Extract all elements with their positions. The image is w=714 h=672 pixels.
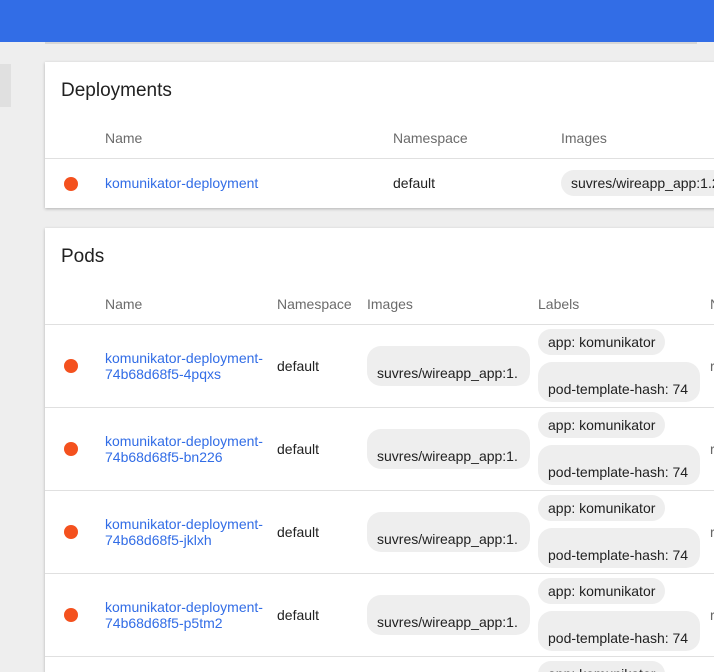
pod-name-link[interactable]: komunikator-deployment- 74b68d68f5-bn226 [105, 433, 263, 465]
pod-name-line2: 74b68d68f5-p5tm2 [105, 615, 223, 631]
pod-name-line2: 74b68d68f5-jklxh [105, 532, 212, 548]
pods-card: Pods Name Namespace Images Labels N komu… [45, 228, 714, 672]
pod-namespace: default [277, 358, 320, 374]
status-error-icon [64, 525, 78, 539]
status-error-icon [64, 608, 78, 622]
label-line1: pod-template-hash: 74 [548, 547, 689, 563]
node-cell: r [710, 441, 714, 457]
label-chip: pod-template-hash: 74 b68d68f5 [538, 611, 700, 651]
col-header-namespace[interactable]: Namespace [393, 130, 468, 146]
col-header-images: Images [367, 296, 413, 312]
image-line1: suvres/wireapp_app:1. [377, 365, 518, 381]
label-chip: app: komunikator [538, 578, 666, 604]
label-chip: pod-template-hash: 74 b68d68f5 [538, 362, 700, 402]
status-error-icon [64, 442, 78, 456]
label-chip: pod-template-hash: 74 b68d68f5 [538, 528, 700, 568]
image-chip: suvres/wireapp_app:1.2222 [561, 170, 714, 196]
label-chip: app: komunikator [538, 661, 666, 672]
col-header-images: Images [561, 130, 607, 146]
pod-name-line1: komunikator-deployment- [105, 599, 263, 615]
col-header-node[interactable]: N [710, 296, 714, 312]
pod-name-line2: 74b68d68f5-4pqxs [105, 366, 221, 382]
pod-namespace: default [277, 607, 320, 623]
row-divider [45, 407, 714, 408]
row-divider [45, 490, 714, 491]
pod-name-line1: komunikator-deployment- [105, 433, 263, 449]
top-app-bar [0, 0, 714, 42]
row-divider [45, 656, 714, 657]
pod-name-line2: 74b68d68f5-bn226 [105, 449, 223, 465]
pod-namespace: default [277, 524, 320, 540]
col-header-name[interactable]: Name [105, 130, 142, 146]
image-chip: suvres/wireapp_app:1. 2222 [367, 512, 530, 552]
deployment-name-link[interactable]: komunikator-deployment [105, 175, 258, 191]
row-divider [45, 573, 714, 574]
deployments-card: Deployments Name Namespace Images komuni… [45, 62, 714, 208]
pods-title: Pods [61, 246, 105, 267]
image-chip: suvres/wireapp_app:1. 2222 [367, 346, 530, 386]
label-line1: pod-template-hash: 74 [548, 464, 689, 480]
pod-name-link[interactable]: komunikator-deployment- 74b68d68f5-jklxh [105, 516, 263, 548]
pod-name-link[interactable]: komunikator-deployment- 74b68d68f5-p5tm2 [105, 599, 263, 631]
image-chip: suvres/wireapp_app:1. 2222 [367, 595, 530, 635]
pod-name-line1: komunikator-deployment- [105, 516, 263, 532]
pod-name-line1: komunikator-deployment- [105, 350, 263, 366]
col-header-namespace[interactable]: Namespace [277, 296, 352, 312]
col-header-labels: Labels [538, 296, 580, 312]
node-cell: r [710, 524, 714, 540]
side-nav-tab[interactable] [0, 64, 11, 107]
status-error-icon [64, 359, 78, 373]
image-line1: suvres/wireapp_app:1. [377, 614, 518, 630]
node-cell: r [710, 607, 714, 623]
node-cell: r [710, 358, 714, 374]
toolbar-divider [45, 42, 697, 44]
status-error-icon [64, 177, 78, 191]
col-header-name[interactable]: Name [105, 296, 142, 312]
label-chip: pod-template-hash: 74 b68d68f5 [538, 445, 700, 485]
header-divider [45, 324, 714, 325]
label-line1: pod-template-hash: 74 [548, 630, 689, 646]
label-chip: app: komunikator [538, 495, 666, 521]
deployment-namespace: default [393, 175, 436, 191]
image-line1: suvres/wireapp_app:1. [377, 448, 518, 464]
label-line1: pod-template-hash: 74 [548, 381, 689, 397]
label-chip: app: komunikator [538, 329, 666, 355]
deployments-title: Deployments [61, 80, 172, 101]
image-line1: suvres/wireapp_app:1. [377, 531, 518, 547]
pod-name-link[interactable]: komunikator-deployment- 74b68d68f5-4pqxs [105, 350, 263, 382]
label-chip: app: komunikator [538, 412, 666, 438]
pod-namespace: default [277, 441, 320, 457]
image-chip: suvres/wireapp_app:1. 2222 [367, 429, 530, 469]
header-divider [45, 158, 714, 159]
